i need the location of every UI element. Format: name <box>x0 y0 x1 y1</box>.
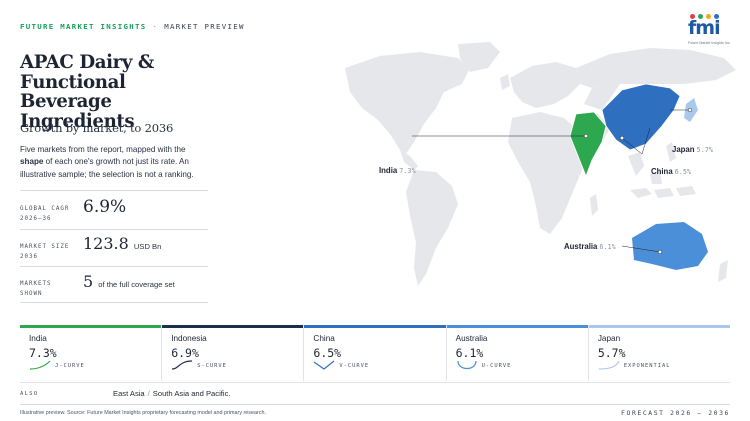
stat-label: GLOBAL CAGR 2026–36 <box>20 206 70 222</box>
also-label: ALSO <box>20 391 39 397</box>
footer-source: Illustrative preview. Source: Future Mar… <box>20 410 266 416</box>
card-name: Australia <box>455 334 488 343</box>
stat-global-cagr: GLOBAL CAGR 2026–36 6.9% <box>20 190 208 228</box>
card-japan[interactable]: Japan 5.7% EXPONENTIAL <box>588 325 731 381</box>
exponential-curve-icon <box>598 360 620 370</box>
page-subtitle: Growth by market, to 2036 <box>20 121 174 135</box>
card-china[interactable]: China 6.5% V-CURVE <box>304 325 447 381</box>
card-curve-type: J-CURVE <box>55 363 85 369</box>
world-map <box>345 42 736 286</box>
logo-wordmark: fmi <box>688 17 721 39</box>
stat-divider <box>20 302 208 303</box>
australia-region[interactable] <box>632 222 708 270</box>
card-curve-type: EXPONENTIAL <box>623 363 671 369</box>
card-name: Indonesia <box>171 334 207 343</box>
stat-unit: USD Bn <box>133 242 162 251</box>
card-accent-bar <box>446 325 588 328</box>
v-curve-icon <box>314 360 335 370</box>
description: Five markets from the report, mapped wit… <box>20 145 194 179</box>
card-pct: 6.9% <box>171 346 199 360</box>
card-accent-bar <box>20 325 162 328</box>
card-pct: 5.7% <box>597 346 626 360</box>
card-australia[interactable]: Australia 6.1% U-CURVE <box>446 325 589 381</box>
section-name: MARKET PREVIEW <box>164 22 245 31</box>
card-curve-type: U-CURVE <box>481 363 512 369</box>
page-title: APAC Dairy & Functional Beverage Ingredi… <box>20 52 154 132</box>
stat-value: 123.8 USD Bn <box>83 234 162 253</box>
card-accent-bar <box>588 325 731 328</box>
stat-markets-shown: MARKETS SHOWN 5 of the full coverage set <box>20 266 208 302</box>
card-accent-bar <box>304 325 446 328</box>
also-region: East Asia <box>113 389 145 398</box>
stat-value: 5 of the full coverage set <box>83 272 175 291</box>
stat-label: MARKETS SHOWN <box>20 281 52 297</box>
card-pct: 6.1% <box>455 346 484 360</box>
footer-divider <box>20 404 730 405</box>
china-region[interactable] <box>601 83 681 151</box>
card-indonesia[interactable]: Indonesia 6.9% S-CURVE <box>162 325 305 381</box>
map-label-india: India 7.3% <box>379 166 416 175</box>
top-bar: FUTURE MARKET INSIGHTS · MARKET PREVIEW <box>20 22 245 31</box>
description-emphasis: shape <box>20 157 44 167</box>
map-label-japan: Japan 5.7% <box>672 145 713 154</box>
header-separator: · <box>152 22 159 31</box>
stat-market-size: MARKET SIZE 2036 123.8 USD Bn <box>20 229 208 267</box>
brand-name: FUTURE MARKET INSIGHTS <box>20 22 147 31</box>
card-curve-type: V-CURVE <box>339 363 370 369</box>
also-regions: East Asia / South Asia and Pacific. <box>113 389 231 398</box>
card-curve-type: S-CURVE <box>197 363 227 369</box>
stat-unit: of the full coverage set <box>98 280 175 289</box>
card-accent-bar <box>162 325 304 328</box>
market-cards: India 7.3% J-CURVE Indonesia 6.9% S-CURV… <box>20 325 731 381</box>
map-label-china: China 6.5% <box>651 167 692 176</box>
forecast-period: FORECAST 2026 – 2036 <box>621 409 730 417</box>
card-name: India <box>29 334 47 343</box>
j-curve-icon <box>29 360 51 370</box>
stat-label: MARKET SIZE 2036 <box>20 244 70 260</box>
stat-value: 6.9% <box>83 197 127 217</box>
map-label-australia: Australia 6.1% <box>564 242 616 251</box>
also-divider <box>20 382 730 383</box>
card-pct: 6.5% <box>313 346 342 360</box>
u-curve-icon <box>457 360 477 370</box>
s-curve-icon <box>172 360 193 370</box>
card-name: China <box>313 334 335 343</box>
also-region: South Asia and Pacific. <box>152 389 231 398</box>
card-name: Japan <box>597 334 621 343</box>
card-india[interactable]: India 7.3% J-CURVE <box>20 325 163 381</box>
card-pct: 7.3% <box>29 346 57 360</box>
